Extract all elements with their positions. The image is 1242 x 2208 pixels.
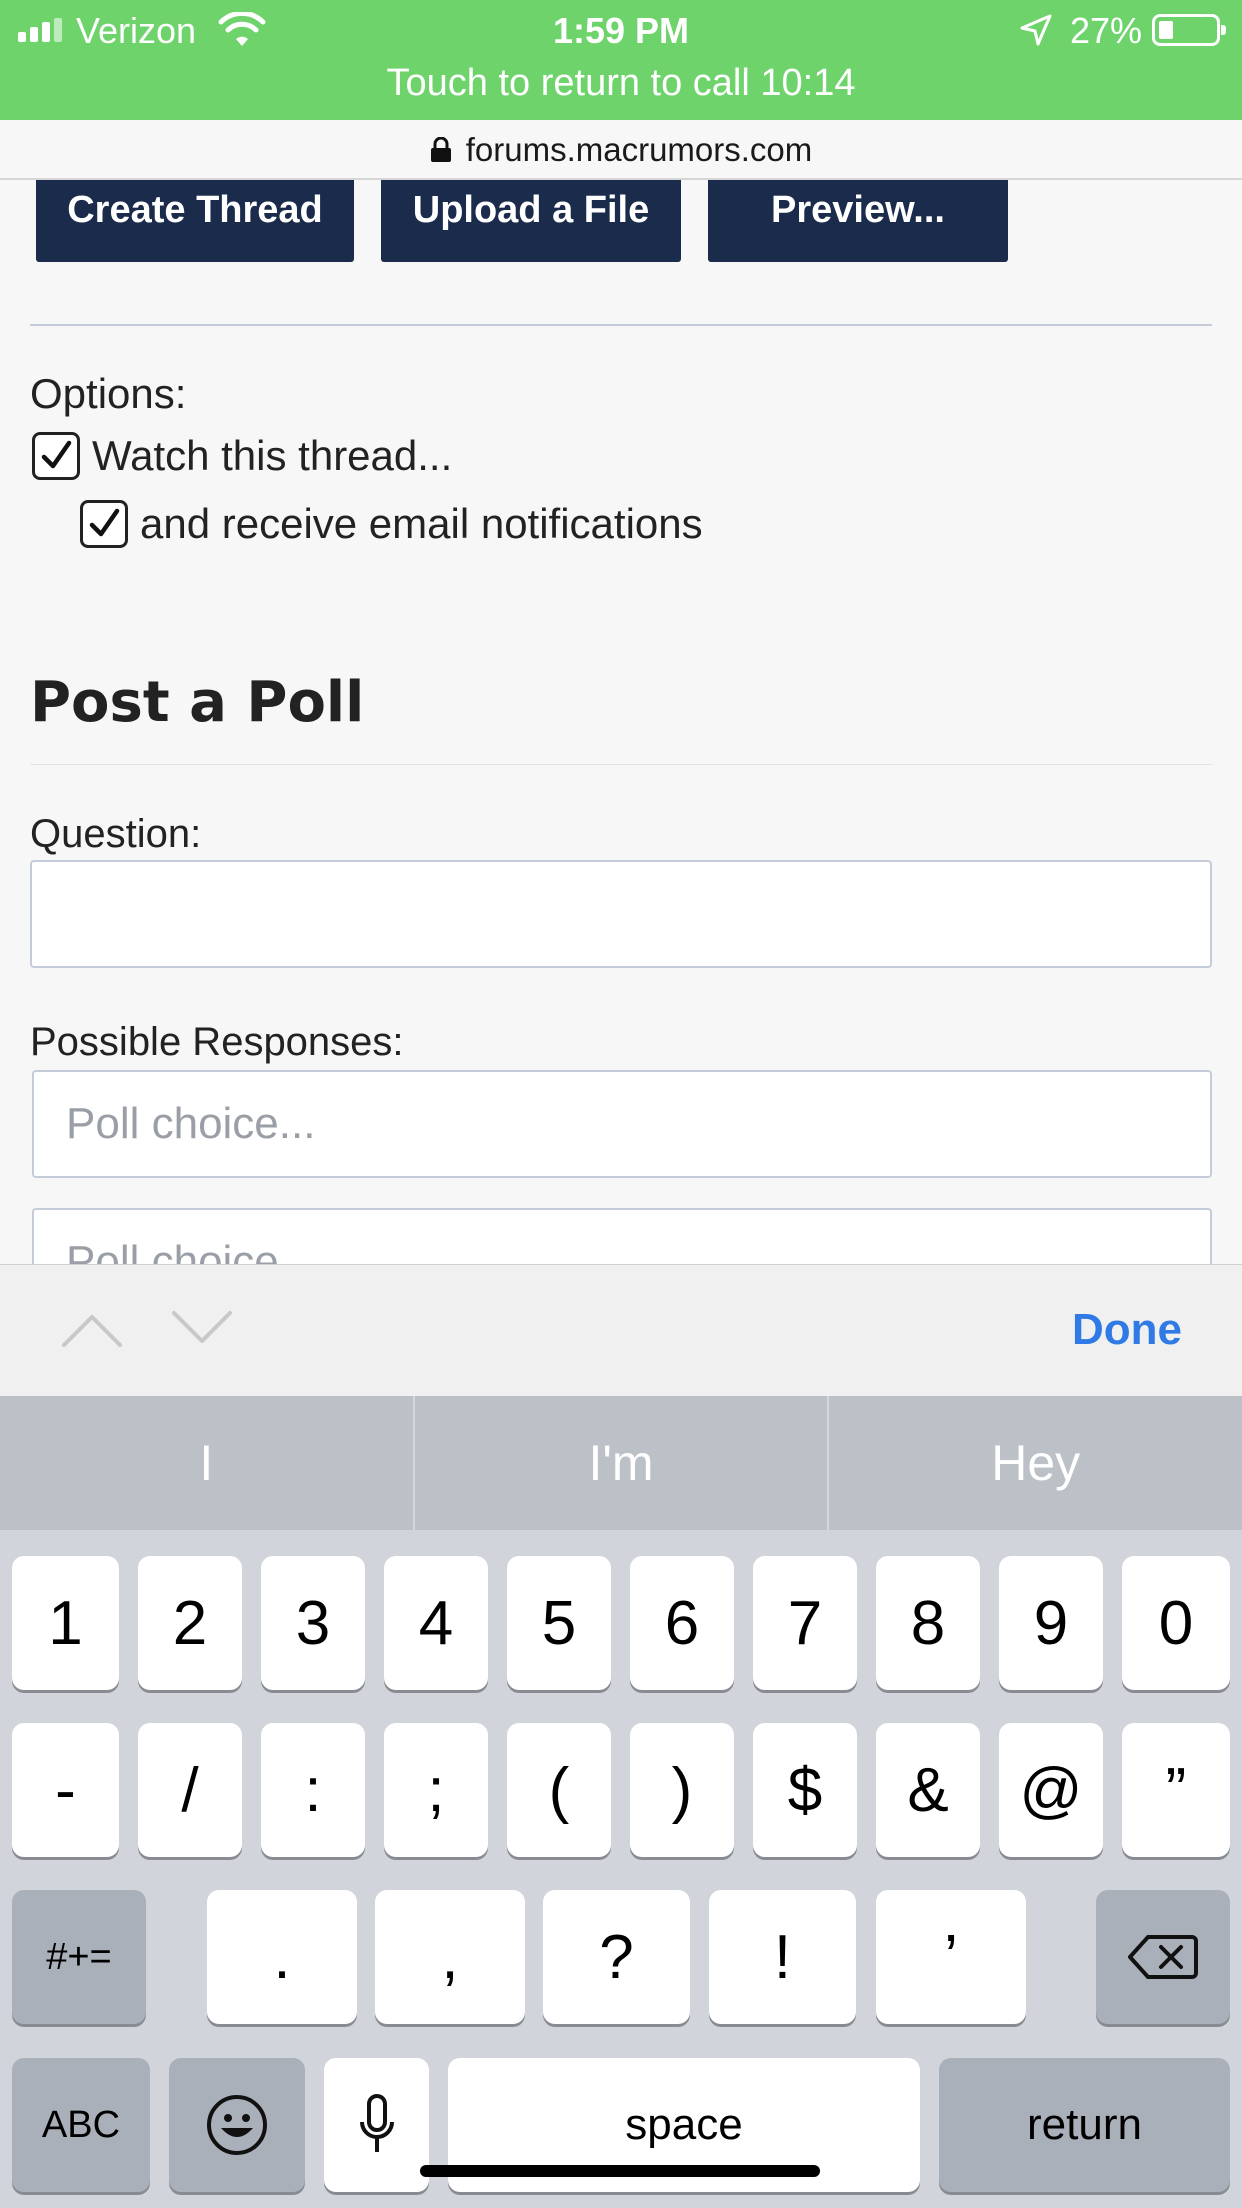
delete-key[interactable] xyxy=(1096,1890,1230,2024)
key-comma[interactable]: , xyxy=(375,1890,525,2024)
divider xyxy=(30,324,1212,326)
suggestion-3[interactable]: Hey xyxy=(829,1396,1242,1530)
key-question[interactable]: ? xyxy=(543,1890,690,2024)
key-ampersand[interactable]: & xyxy=(876,1723,980,1857)
url-bar[interactable]: forums.macrumors.com xyxy=(0,120,1242,180)
key-9[interactable]: 9 xyxy=(999,1556,1103,1690)
key-abc[interactable]: ABC xyxy=(12,2058,150,2192)
key-colon[interactable]: : xyxy=(261,1723,365,1857)
key-symbols[interactable]: #+= xyxy=(12,1890,146,2024)
create-thread-button[interactable]: Create Thread xyxy=(36,180,354,262)
emoji-key[interactable] xyxy=(169,2058,305,2192)
options-label: Options: xyxy=(30,370,187,417)
chevron-up-icon[interactable] xyxy=(60,1309,124,1349)
location-arrow-icon xyxy=(1020,14,1052,46)
return-key[interactable]: return xyxy=(939,2058,1230,2192)
key-hyphen[interactable]: - xyxy=(12,1723,119,1857)
preview-button[interactable]: Preview... xyxy=(708,180,1008,262)
keyboard: 1 2 3 4 5 6 7 8 9 0 - / : ; ( ) $ & @ ” … xyxy=(0,1530,1242,2208)
key-8[interactable]: 8 xyxy=(876,1556,980,1690)
key-1[interactable]: 1 xyxy=(12,1556,119,1690)
key-exclamation[interactable]: ! xyxy=(709,1890,856,2024)
email-notifications-option[interactable]: and receive email notifications xyxy=(80,500,703,548)
key-0[interactable]: 0 xyxy=(1122,1556,1230,1690)
key-close-paren[interactable]: ) xyxy=(630,1723,734,1857)
chevron-down-icon[interactable] xyxy=(170,1309,234,1349)
suggestion-2[interactable]: I'm xyxy=(415,1396,828,1530)
key-apostrophe[interactable]: ’ xyxy=(876,1890,1026,2024)
return-to-call-banner[interactable]: Touch to return to call 10:14 xyxy=(0,62,1242,105)
key-semicolon[interactable]: ; xyxy=(384,1723,488,1857)
key-7[interactable]: 7 xyxy=(753,1556,857,1690)
key-3[interactable]: 3 xyxy=(261,1556,365,1690)
lock-icon xyxy=(430,137,451,162)
key-slash[interactable]: / xyxy=(138,1723,242,1857)
done-button[interactable]: Done xyxy=(1072,1305,1182,1355)
question-input[interactable] xyxy=(30,860,1212,968)
key-4[interactable]: 4 xyxy=(384,1556,488,1690)
page-content: Create Thread Upload a File Preview... O… xyxy=(0,180,1242,1264)
question-label: Question: xyxy=(30,812,202,856)
dictation-key[interactable] xyxy=(324,2058,429,2192)
watch-thread-option[interactable]: Watch this thread... xyxy=(32,432,452,480)
key-2[interactable]: 2 xyxy=(138,1556,242,1690)
key-dollar[interactable]: $ xyxy=(753,1723,857,1857)
key-open-paren[interactable]: ( xyxy=(507,1723,611,1857)
key-quote[interactable]: ” xyxy=(1122,1723,1230,1857)
possible-responses-label: Possible Responses: xyxy=(30,1020,404,1064)
checkmark-icon xyxy=(41,440,72,469)
keyboard-accessory-bar: Done xyxy=(0,1264,1242,1396)
suggestion-1[interactable]: I xyxy=(0,1396,413,1530)
poll-heading: Post a Poll xyxy=(30,670,365,735)
watch-thread-checkbox[interactable] xyxy=(32,432,80,480)
email-notifications-label: and receive email notifications xyxy=(140,500,703,547)
key-at[interactable]: @ xyxy=(999,1723,1103,1857)
battery-percentage: 27% xyxy=(1070,10,1143,51)
poll-choice-input-1[interactable] xyxy=(32,1070,1212,1178)
checkmark-icon xyxy=(89,508,120,537)
key-5[interactable]: 5 xyxy=(507,1556,611,1690)
delete-icon xyxy=(1128,1935,1198,1979)
emoji-icon xyxy=(207,2095,267,2155)
poll-choice-input-2[interactable] xyxy=(32,1208,1212,1264)
home-indicator xyxy=(420,2165,820,2177)
url-text: forums.macrumors.com xyxy=(465,131,813,168)
key-6[interactable]: 6 xyxy=(630,1556,734,1690)
upload-file-button[interactable]: Upload a File xyxy=(381,180,681,262)
microphone-icon xyxy=(359,2094,394,2152)
battery-icon xyxy=(1152,14,1226,46)
email-notifications-checkbox[interactable] xyxy=(80,500,128,548)
status-bar: Verizon 1:59 PM 27% Touch to return to c… xyxy=(0,0,1242,120)
predictive-text-bar: I I'm Hey xyxy=(0,1396,1242,1530)
clock: 1:59 PM xyxy=(552,10,690,51)
key-period[interactable]: . xyxy=(207,1890,357,2024)
watch-thread-label: Watch this thread... xyxy=(92,432,453,479)
divider xyxy=(30,764,1212,765)
